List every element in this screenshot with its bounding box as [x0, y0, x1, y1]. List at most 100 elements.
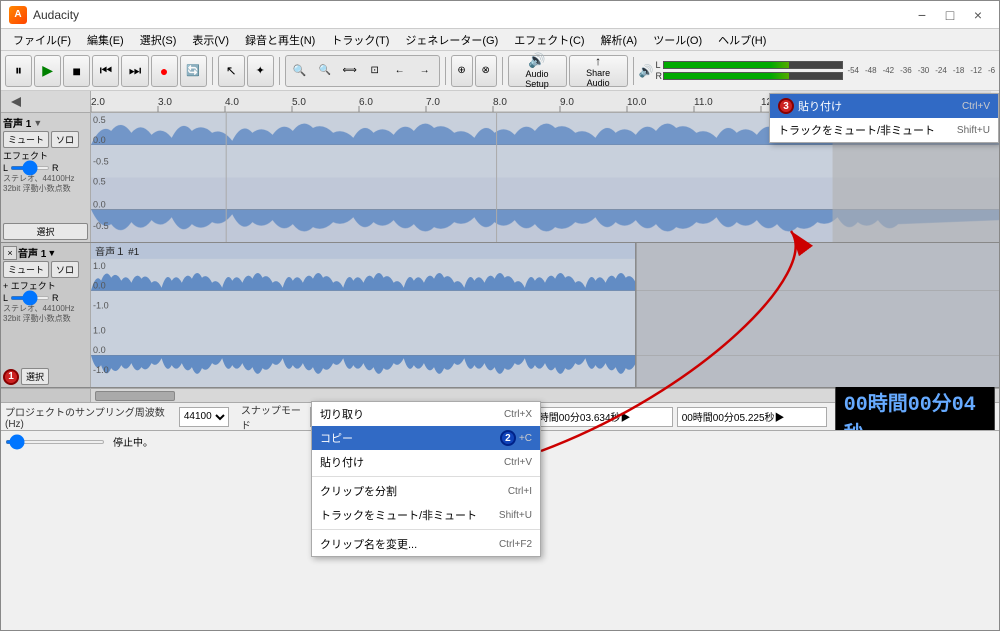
track2-num: ▼ [47, 248, 56, 258]
menu-edit[interactable]: 編集(E) [79, 30, 132, 50]
play-button[interactable]: ▶ [34, 55, 61, 87]
track2-mute-button[interactable]: ミュート [3, 261, 49, 278]
time-input-2[interactable]: 00時間00分05.225秒▶ [677, 407, 827, 427]
ctx2-split-item[interactable]: クリップを分割 Ctrl+I [312, 479, 540, 503]
ctx2-rename-shortcut: Ctrl+F2 [499, 539, 532, 550]
play-position-slider[interactable] [5, 440, 105, 444]
ctx2-copy-shortcut: +C [519, 433, 532, 444]
track1-expand-icon[interactable]: ▼ [33, 118, 42, 128]
track1-vol: L R [3, 163, 88, 173]
zoom-out-button[interactable]: 🔍 [313, 58, 337, 84]
track2-close-button[interactable]: × [3, 246, 17, 260]
ctx2-mute-item[interactable]: トラックをミュート/非ミュート Shift+U [312, 503, 540, 527]
ctx2-copy-label: コピー [320, 430, 353, 446]
ctx-paste-shortcut: Ctrl+V [962, 101, 990, 112]
toolbar-sep-4 [502, 57, 503, 85]
svg-text:0.0: 0.0 [93, 199, 106, 209]
menu-view[interactable]: 表示(V) [184, 30, 237, 50]
ctx-paste-label: 貼り付け [798, 98, 842, 114]
close-button[interactable]: × [965, 5, 991, 25]
svg-text:-1.0: -1.0 [93, 301, 109, 311]
meter-l-row: L [655, 60, 843, 70]
ctx2-copy-item[interactable]: コピー 2 +C [312, 426, 540, 450]
maximize-button[interactable]: □ [937, 5, 963, 25]
track1-select-button[interactable]: 選択 [3, 223, 88, 240]
ctx2-cut-item[interactable]: 切り取り Ctrl+X [312, 402, 540, 426]
pause-button[interactable]: ⏸ [5, 55, 32, 87]
vol-label-l: L [3, 163, 8, 173]
menu-generator[interactable]: ジェネレーター(G) [397, 30, 506, 50]
trim-button[interactable]: ⊕ [451, 55, 473, 87]
ctx-mute-item[interactable]: トラックをミュート/非ミュート Shift+U [770, 118, 998, 142]
svg-text:0.0: 0.0 [93, 281, 106, 291]
share-icon: ↑ [595, 54, 601, 68]
titlebar-left: A Audacity [9, 6, 79, 24]
titlebar-controls: − □ × [909, 5, 991, 25]
track2-solo-button[interactable]: ソロ [51, 261, 79, 278]
meter-r-row: R [655, 71, 843, 81]
track1-name: 音声 1 [3, 115, 31, 130]
ctx-mute-shortcut: Shift+U [957, 125, 990, 136]
project-rate-select[interactable]: 44100 [179, 407, 229, 427]
zoom-toggle1-button[interactable]: ← [388, 58, 412, 84]
toolbar-transport: ⏸ ▶ ■ ⏮ ⏭ ● 🔄 ↖ ✦ 🔍 🔍 ⟺ ⊡ ← → ⊕ ⊗ 🔊 Audi… [1, 51, 999, 91]
track2-pan-slider[interactable] [10, 296, 50, 300]
track2-select-button[interactable]: 選択 [21, 368, 49, 385]
step2-badge: 2 [500, 430, 516, 446]
vol-label-r: R [52, 163, 59, 173]
menu-effect[interactable]: エフェクト(C) [506, 30, 592, 50]
track2-info: ステレオ、44100Hz32bit 浮動小数点数 [3, 304, 88, 325]
zoom-toggle2-button[interactable]: → [413, 58, 437, 84]
stop-button[interactable]: ■ [63, 55, 90, 87]
track2-mute-solo: ミュート ソロ [3, 261, 88, 278]
svg-text:2.0: 2.0 [91, 97, 105, 108]
minimize-button[interactable]: − [909, 5, 935, 25]
share-audio-button[interactable]: ↑ Share Audio [569, 55, 628, 87]
menu-help[interactable]: ヘルプ(H) [710, 30, 774, 50]
skip-end-button[interactable]: ⏭ [121, 55, 148, 87]
track1-mute-button[interactable]: ミュート [3, 131, 49, 148]
hscrollbar-thumb[interactable] [95, 391, 175, 401]
record-button[interactable]: ● [151, 55, 178, 87]
menu-tools[interactable]: ツール(O) [645, 30, 710, 50]
meter-r-bar [663, 72, 843, 80]
ctx-paste-item[interactable]: 3 貼り付け Ctrl+V [770, 94, 998, 118]
toolbar-sep-5 [633, 57, 634, 85]
track2-controls: × 音声 1 ▼ ミュート ソロ + エフェクト L R ステレオ、441 [1, 243, 91, 387]
vol2-label-l: L [3, 293, 8, 303]
track2-bottom: 1 選択 [3, 368, 88, 385]
menu-record[interactable]: 録音と再生(N) [237, 30, 323, 50]
menu-select[interactable]: 選択(S) [132, 30, 185, 50]
speaker-icon: 🔊 [528, 52, 545, 69]
time-value-2: 00時間00分05.225秒▶ [682, 409, 785, 424]
svg-text:9.0: 9.0 [560, 97, 574, 108]
track1-mute-solo: ミュート ソロ [3, 131, 88, 148]
ctx2-rename-item[interactable]: クリップ名を変更... Ctrl+F2 [312, 532, 540, 556]
ctx2-paste-shortcut: Ctrl+V [504, 457, 532, 468]
ctx2-sep1 [312, 476, 540, 477]
track1-info: ステレオ、44100Hz32bit 浮動小数点数 [3, 174, 88, 195]
svg-text:6.0: 6.0 [359, 97, 373, 108]
zoom-in-button[interactable]: 🔍 [288, 58, 312, 84]
ctx2-copy-right: 2 +C [500, 430, 532, 446]
toolbar-sep-2 [279, 57, 280, 85]
track1-solo-button[interactable]: ソロ [51, 131, 79, 148]
audio-setup-button[interactable]: 🔊 Audio Setup [508, 55, 567, 87]
menu-track[interactable]: トラック(T) [323, 30, 397, 50]
svg-text:3.0: 3.0 [158, 97, 172, 108]
track1-pan-slider[interactable] [10, 166, 50, 170]
menu-file[interactable]: ファイル(F) [5, 30, 79, 50]
time-input-1[interactable]: 00時間00分03.634秒▶ [523, 407, 673, 427]
svg-text:11.0: 11.0 [694, 97, 713, 108]
fit-selection-button[interactable]: ⟺ [338, 58, 362, 84]
menu-analyze[interactable]: 解析(A) [593, 30, 646, 50]
envelope-tool-button[interactable]: ✦ [247, 55, 274, 87]
ctx2-paste-item[interactable]: 貼り付け Ctrl+V [312, 450, 540, 474]
select-tool-button[interactable]: ↖ [218, 55, 245, 87]
silence-button[interactable]: ⊗ [475, 55, 497, 87]
titlebar: A Audacity − □ × [1, 1, 999, 29]
skip-start-button[interactable]: ⏮ [92, 55, 119, 87]
loop-button[interactable]: 🔄 [180, 55, 207, 87]
fit-project-button[interactable]: ⊡ [363, 58, 387, 84]
ctx2-copy-left: コピー [320, 430, 353, 446]
